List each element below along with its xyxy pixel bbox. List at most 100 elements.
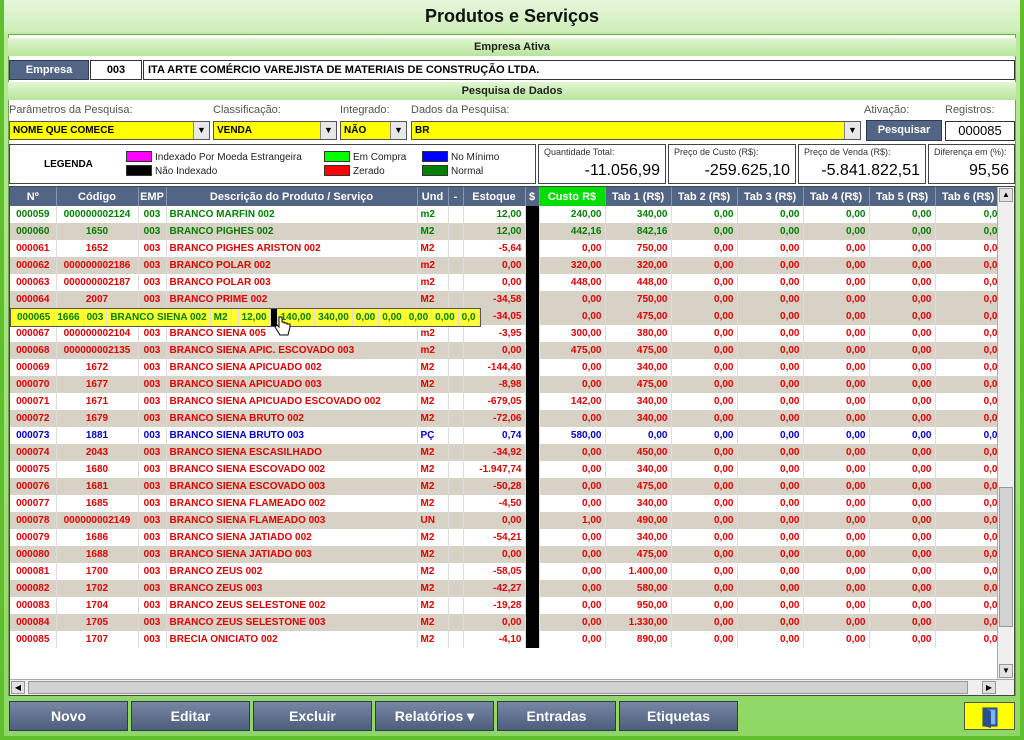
table-row[interactable]: 000083 1704 003 BRANCO ZEUS SELESTONE 002 M2… [10, 597, 1002, 614]
column-header[interactable]: Tab 5 (R$) [869, 187, 936, 206]
chevron-down-icon[interactable]: ▼ [193, 122, 209, 139]
table-cell [525, 376, 540, 393]
table-row[interactable]: 000061 1652 003 BRANCO PIGHES ARISTON 002 M2… [10, 240, 1002, 257]
table-cell [525, 342, 540, 359]
column-header[interactable]: Estoque [463, 187, 526, 206]
table-row[interactable]: 000074 2043 003 BRANCO SIENA ESCASILHADO M2-… [10, 444, 1002, 461]
table-cell: -72,06 [463, 410, 526, 427]
table-cell: 340,00 [605, 359, 672, 376]
table-cell: 0,00 [539, 631, 606, 648]
column-header[interactable]: Nº [10, 187, 57, 206]
table-row[interactable]: 000085 1707 003 BRECIA ONICIATO 002 M2 -4,10 0… [10, 631, 1002, 648]
table-cell: BRANCO SIENA 002 [106, 309, 211, 326]
table-row[interactable]: 000072 1679 003 BRANCO SIENA BRUTO 002 M2 -72… [10, 410, 1002, 427]
editar-button[interactable]: Editar [131, 701, 250, 731]
products-grid[interactable]: Nº Código EMP Descrição do Produto / Serviç… [9, 186, 1015, 696]
table-row[interactable]: 000070 1677 003 BRANCO SIENA APICUADO 003 M2… [10, 376, 1002, 393]
table-cell: 0,00 [869, 631, 936, 648]
scroll-down-icon[interactable]: ▼ [999, 664, 1013, 678]
parametros-select[interactable]: NOME QUE COMECE ▼ [9, 121, 210, 140]
column-header[interactable]: Und [417, 187, 449, 206]
empresa-code-field[interactable]: 003 [90, 60, 142, 80]
column-header[interactable]: Tab 2 (R$) [671, 187, 738, 206]
table-cell: 0,00 [803, 410, 870, 427]
table-cell: 0,00 [352, 309, 380, 326]
etiquetas-button[interactable]: Etiquetas [619, 701, 738, 731]
table-header-row: Nº Código EMP Descrição do Produto / Serviç… [10, 187, 1002, 206]
table-cell: 0,0 [935, 495, 1002, 512]
table-cell: m2 [417, 342, 449, 359]
table-cell: 1671 [56, 393, 139, 410]
entradas-button[interactable]: Entradas [497, 701, 616, 731]
novo-button[interactable]: Novo [9, 701, 128, 731]
scroll-up-icon[interactable]: ▲ [999, 188, 1013, 202]
table-row[interactable]: 000080 1688 003 BRANCO SIENA JATIADO 003 M2 0… [10, 546, 1002, 563]
column-header[interactable]: Tab 3 (R$) [737, 187, 804, 206]
table-cell: 003 [138, 478, 167, 495]
table-row[interactable]: 000068 000000002135 003 BRANCO SIENA APIC. … [10, 342, 1002, 359]
relatorios-button[interactable]: Relatórios ▾ [375, 701, 494, 731]
table-row[interactable]: 000075 1680 003 BRANCO SIENA ESCOVADO 002 M2… [10, 461, 1002, 478]
table-row[interactable]: 000060 1650 003 BRANCO PIGHES 002 M2 12,00 442… [10, 223, 1002, 240]
vertical-scrollbar[interactable]: ▲ ▼ [997, 187, 1013, 679]
table-row[interactable]: 000084 1705 003 BRANCO ZEUS SELESTONE 003 M2… [10, 614, 1002, 631]
table-cell: 000059 [10, 206, 57, 223]
vertical-scroll-thumb[interactable] [999, 487, 1013, 627]
table-row[interactable]: 000073 1881 003 BRANCO SIENA BRUTO 003 PÇ 0,7… [10, 427, 1002, 444]
table-row[interactable]: 000059 000000002124 003 BRANCO MARFIN 002 m2… [10, 206, 1002, 223]
table-row[interactable]: 000065 1666 003 BRANCO SIENA 002 M2 12,00 140,… [10, 308, 481, 327]
table-cell [525, 495, 540, 512]
excluir-button[interactable]: Excluir [253, 701, 372, 731]
registros-count: 000085 [945, 121, 1015, 141]
pesquisar-button[interactable]: Pesquisar [866, 120, 942, 141]
table-row[interactable]: 000067 000000002104 003 BRANCO SIENA 005 m2-… [10, 325, 1002, 342]
table-row[interactable]: 000062 000000002186 003 BRANCO POLAR 002 m2 0… [10, 257, 1002, 274]
column-header[interactable]: Código [56, 187, 139, 206]
scroll-left-icon[interactable]: ◀ [11, 681, 25, 694]
integrado-select[interactable]: NÃO ▼ [340, 121, 407, 140]
column-header[interactable]: Tab 1 (R$) [605, 187, 672, 206]
column-header[interactable]: - [448, 187, 464, 206]
table-row[interactable]: 000081 1700 003 BRANCO ZEUS 002 M2 -58,05 0,00… [10, 563, 1002, 580]
table-cell: 0,00 [671, 597, 738, 614]
table-cell: 0,0 [935, 580, 1002, 597]
exit-button[interactable] [964, 702, 1015, 730]
table-cell: 0,00 [803, 274, 870, 291]
column-header[interactable]: Tab 6 (R$) [935, 187, 1002, 206]
table-cell: 0,00 [803, 580, 870, 597]
table-cell: -5,64 [463, 240, 526, 257]
empresa-label: Empresa [9, 60, 89, 80]
dados-pesquisa-input[interactable]: BR ▼ [411, 121, 861, 140]
chevron-down-icon[interactable]: ▼ [844, 122, 860, 139]
column-header[interactable]: Tab 4 (R$) [803, 187, 870, 206]
table-cell: 0,00 [671, 325, 738, 342]
horizontal-scroll-thumb[interactable] [28, 681, 968, 694]
table-cell: 0,0 [935, 240, 1002, 257]
table-row[interactable]: 000079 1686 003 BRANCO SIENA JATIADO 002 M2-… [10, 529, 1002, 546]
table-row[interactable]: 000071 1671 003 BRANCO SIENA APICUADO ESCOV… [10, 393, 1002, 410]
table-row[interactable]: 000082 1702 003 BRANCO ZEUS 003 M2 -42,27 0,00… [10, 580, 1002, 597]
table-cell: 0,00 [463, 257, 526, 274]
stat-preco-custo: Preço de Custo (R$): -259.625,10 [668, 144, 796, 184]
table-row[interactable]: 000076 1681 003 BRANCO SIENA ESCOVADO 003 M2… [10, 478, 1002, 495]
column-header[interactable]: $ [525, 187, 540, 206]
chevron-down-icon[interactable]: ▼ [320, 122, 336, 139]
table-row[interactable]: 000078 000000002149 003 BRANCO SIENA FLAMEA… [10, 512, 1002, 529]
column-header[interactable]: Custo R$ [539, 187, 606, 206]
table-row[interactable]: 000077 1685 003 BRANCO SIENA FLAMEADO 002 M2… [10, 495, 1002, 512]
chevron-down-icon[interactable]: ▼ [390, 122, 406, 139]
scroll-right-icon[interactable]: ▶ [982, 681, 996, 694]
column-header[interactable]: Descrição do Produto / Serviço [166, 187, 418, 206]
column-header[interactable]: EMP [138, 187, 167, 206]
table-cell: 0,00 [539, 376, 606, 393]
classificacao-select[interactable]: VENDA ▼ [213, 121, 337, 140]
horizontal-scrollbar[interactable]: ◀ ▶ [10, 679, 1014, 695]
table-row[interactable]: 000069 1672 003 BRANCO SIENA APICUADO 002 M2… [10, 359, 1002, 376]
table-row[interactable]: 000063 000000002187 003 BRANCO POLAR 003 m2 0… [10, 274, 1002, 291]
table-cell [525, 325, 540, 342]
table-cell: 0,00 [539, 478, 606, 495]
table-cell: 1704 [56, 597, 139, 614]
table-cell [448, 342, 464, 359]
table-row[interactable]: 000064 2007 003 BRANCO PRIME 002 M2 -34,58 0,0… [10, 291, 1002, 308]
table-cell: 000063 [10, 274, 57, 291]
